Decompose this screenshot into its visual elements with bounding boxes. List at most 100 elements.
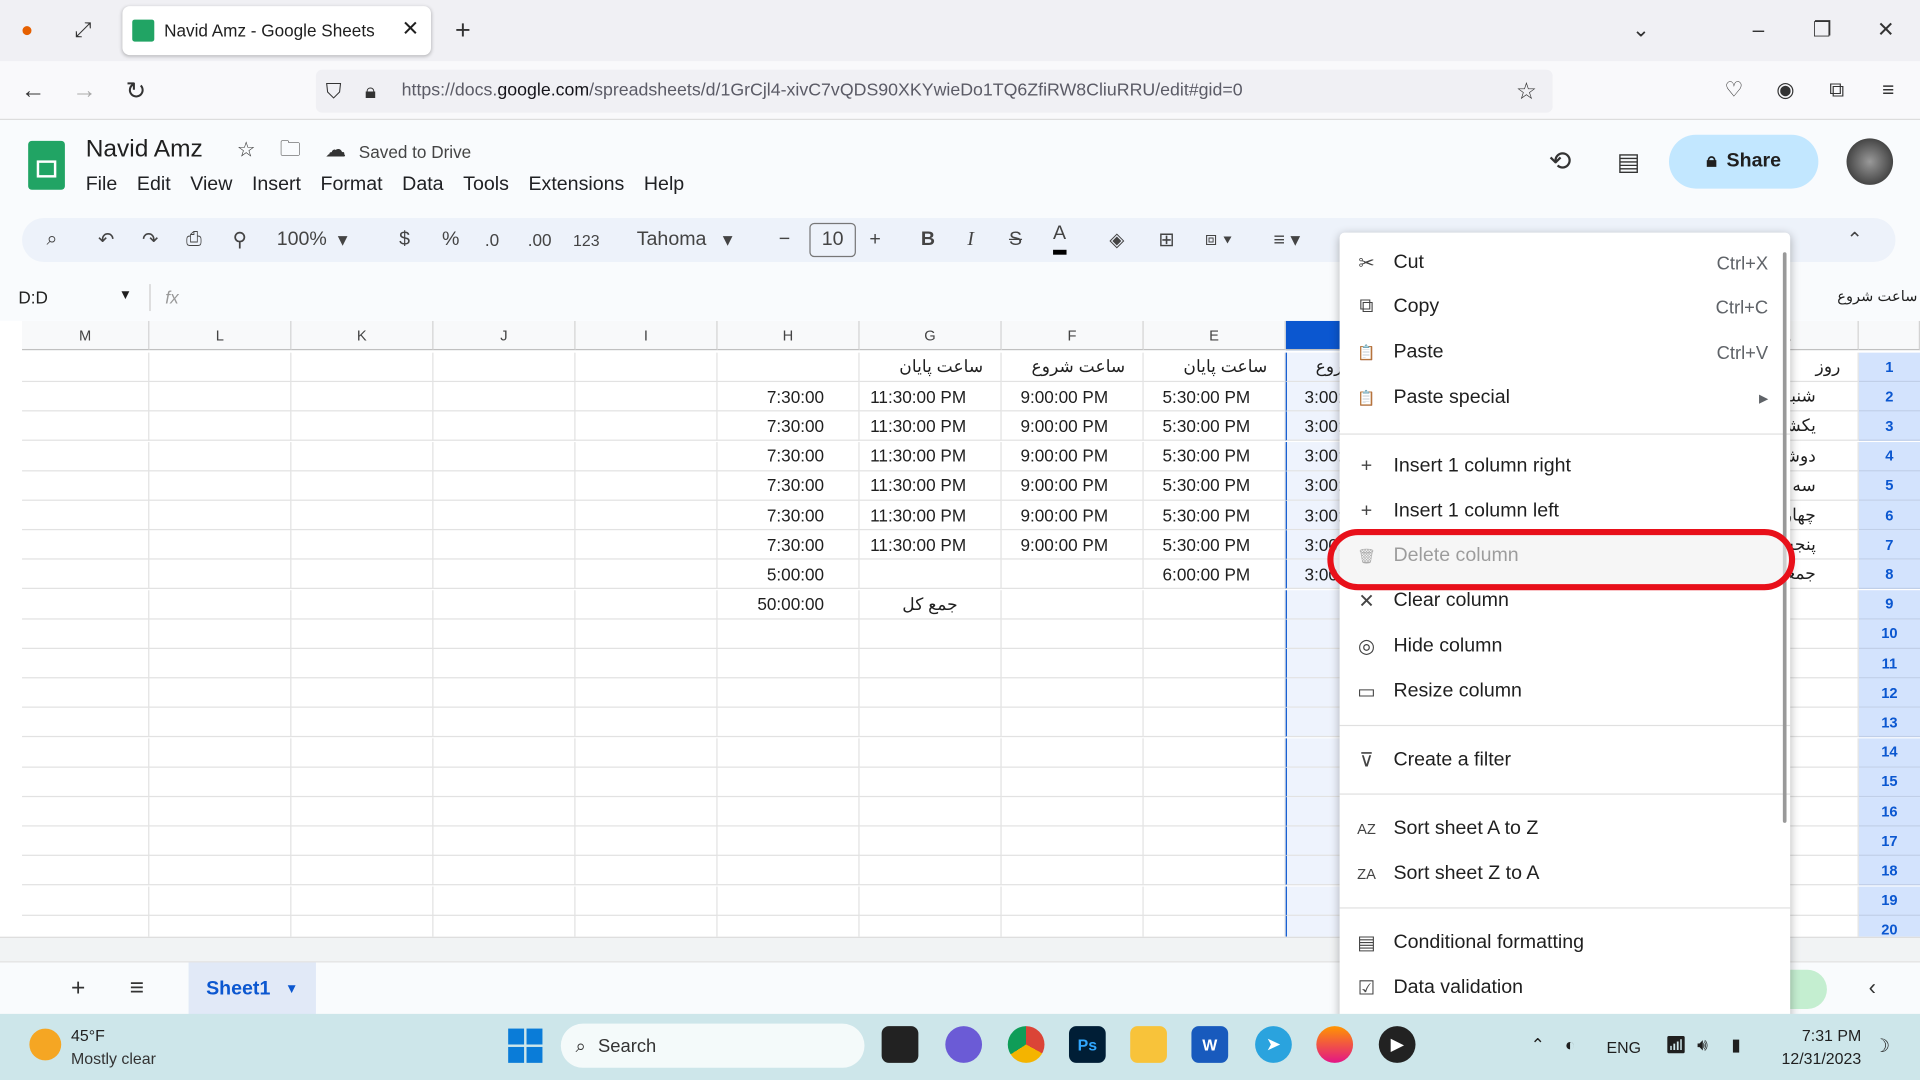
- menu-item-insert-1-column-right[interactable]: + Insert 1 column right: [1340, 446, 1791, 488]
- font-select[interactable]: Tahoma ▾: [637, 218, 733, 262]
- column-header-J[interactable]: J: [433, 320, 576, 351]
- row-header[interactable]: 2: [1858, 382, 1920, 412]
- cell-J2[interactable]: [433, 382, 576, 412]
- borders-icon[interactable]: ⊞: [1158, 218, 1174, 262]
- cell-H7[interactable]: 7:30:00: [717, 530, 860, 560]
- cell-H6[interactable]: 7:30:00: [717, 500, 860, 531]
- cell-E13[interactable]: [1143, 708, 1286, 738]
- browser-tab[interactable]: Navid Amz - Google Sheets ✕: [122, 6, 432, 56]
- weather-icon[interactable]: [29, 1028, 62, 1061]
- cell-G2[interactable]: 11:30:00 PM: [859, 382, 1002, 412]
- row-header[interactable]: 4: [1858, 441, 1920, 471]
- cell-K12[interactable]: [291, 678, 434, 708]
- cell-H12[interactable]: [717, 678, 860, 708]
- bookmark-star-icon[interactable]: ☆: [1516, 78, 1537, 106]
- cell-H11[interactable]: [717, 648, 860, 679]
- cell-L16[interactable]: [149, 797, 292, 827]
- cell-F14[interactable]: [1001, 737, 1144, 768]
- chevron-down-icon[interactable]: ▼: [285, 981, 298, 996]
- cell-F3[interactable]: 9:00:00 PM: [1001, 411, 1144, 442]
- pocket-icon[interactable]: ♡: [1719, 76, 1748, 105]
- cell-H4[interactable]: 7:30:00: [717, 441, 860, 471]
- cell-J20[interactable]: [433, 915, 576, 937]
- cell-H16[interactable]: [717, 797, 860, 827]
- cell-J3[interactable]: [433, 411, 576, 442]
- cell-G1[interactable]: ساعت پایان: [859, 352, 1002, 383]
- percent-button[interactable]: %: [442, 218, 459, 262]
- cell-F16[interactable]: [1001, 797, 1144, 827]
- row-header[interactable]: 3: [1858, 411, 1920, 442]
- restore-icon[interactable]: ❐: [1807, 15, 1836, 47]
- chevron-down-icon[interactable]: ⌄: [1626, 15, 1655, 47]
- menu-item-resize-column[interactable]: ▭ Resize column: [1340, 671, 1791, 713]
- column-header-H[interactable]: H: [717, 320, 860, 351]
- tray-chevron-icon[interactable]: ⌃: [1531, 1035, 1545, 1056]
- cell-M18[interactable]: [22, 856, 150, 886]
- cell-E1[interactable]: ساعت پایان: [1143, 352, 1286, 383]
- cell-H10[interactable]: [717, 619, 860, 649]
- cell-L4[interactable]: [149, 441, 292, 471]
- menu-item-paste-special[interactable]: 📋 Paste special ▸: [1340, 377, 1791, 419]
- cell-G19[interactable]: [859, 886, 1002, 916]
- battery-icon[interactable]: ▮: [1731, 1035, 1740, 1056]
- row-header[interactable]: 18: [1858, 856, 1920, 886]
- expand-icon[interactable]: ⤢: [69, 15, 98, 47]
- cell-I10[interactable]: [575, 619, 718, 649]
- cell-M17[interactable]: [22, 826, 150, 857]
- cell-K3[interactable]: [291, 411, 434, 442]
- cell-E20[interactable]: [1144, 915, 1286, 937]
- firefox-icon[interactable]: ●: [12, 15, 41, 47]
- fill-color-icon[interactable]: ◈: [1109, 218, 1124, 262]
- cell-F7[interactable]: 9:00:00 PM: [1001, 530, 1144, 560]
- cell-E8[interactable]: 6:00:00 PM: [1143, 560, 1286, 590]
- cell-H15[interactable]: [717, 767, 860, 797]
- italic-button[interactable]: I: [967, 218, 974, 262]
- weather-temp[interactable]: 45°F: [71, 1026, 105, 1044]
- cell-E17[interactable]: [1143, 826, 1286, 857]
- cell-J8[interactable]: [433, 560, 576, 590]
- notifications-icon[interactable]: ☽: [1873, 1035, 1889, 1057]
- version-history-icon[interactable]: ⟲: [1543, 144, 1577, 178]
- cell-I8[interactable]: [575, 560, 718, 590]
- row-header[interactable]: 1: [1858, 352, 1920, 383]
- row-header[interactable]: 14: [1858, 737, 1920, 768]
- strikethrough-button[interactable]: S: [1009, 218, 1022, 262]
- close-tab-icon[interactable]: ✕: [402, 17, 419, 41]
- cell-K20[interactable]: [291, 915, 434, 937]
- cell-L20[interactable]: [149, 915, 292, 937]
- url-bar[interactable]: ⛉ 🔒︎ https://docs.google.com/spreadsheet…: [315, 69, 1553, 113]
- task-view-icon[interactable]: [881, 1026, 919, 1063]
- menu-data[interactable]: Data: [402, 174, 443, 195]
- new-tab-icon[interactable]: +: [448, 15, 477, 47]
- cell-G10[interactable]: [859, 619, 1002, 649]
- cell-J18[interactable]: [433, 856, 576, 886]
- cell-M1[interactable]: [22, 352, 150, 383]
- add-sheet-icon[interactable]: +: [71, 975, 85, 1003]
- cell-J5[interactable]: [433, 471, 576, 501]
- cell-H13[interactable]: [717, 708, 860, 738]
- close-window-icon[interactable]: ✕: [1871, 15, 1900, 47]
- cell-L15[interactable]: [149, 767, 292, 797]
- cell-H3[interactable]: 7:30:00: [717, 411, 860, 442]
- clock-date[interactable]: 12/31/2023: [1768, 1049, 1862, 1067]
- decrease-decimal-button[interactable]: .0: [485, 218, 499, 262]
- cell-G18[interactable]: [859, 856, 1002, 886]
- font-size-input[interactable]: 10: [809, 222, 856, 258]
- teams-icon[interactable]: [945, 1026, 983, 1063]
- cell-J7[interactable]: [433, 530, 576, 560]
- cell-E19[interactable]: [1143, 886, 1286, 916]
- cell-M11[interactable]: [22, 648, 150, 679]
- cell-I12[interactable]: [575, 678, 718, 708]
- cell-L13[interactable]: [149, 708, 292, 738]
- cell-I19[interactable]: [575, 886, 718, 916]
- cell-F17[interactable]: [1001, 826, 1144, 857]
- cell-K4[interactable]: [291, 441, 434, 471]
- hamburger-menu-icon[interactable]: ≡: [1873, 76, 1902, 105]
- cell-M16[interactable]: [22, 797, 150, 827]
- cell-E7[interactable]: 5:30:00 PM: [1143, 530, 1286, 560]
- star-icon[interactable]: ☆: [233, 137, 260, 164]
- more-formats-button[interactable]: 123: [573, 218, 600, 262]
- menu-item-create-a-filter[interactable]: ⊽ Create a filter: [1340, 740, 1791, 782]
- cell-J1[interactable]: [433, 352, 576, 383]
- cell-I6[interactable]: [575, 500, 718, 531]
